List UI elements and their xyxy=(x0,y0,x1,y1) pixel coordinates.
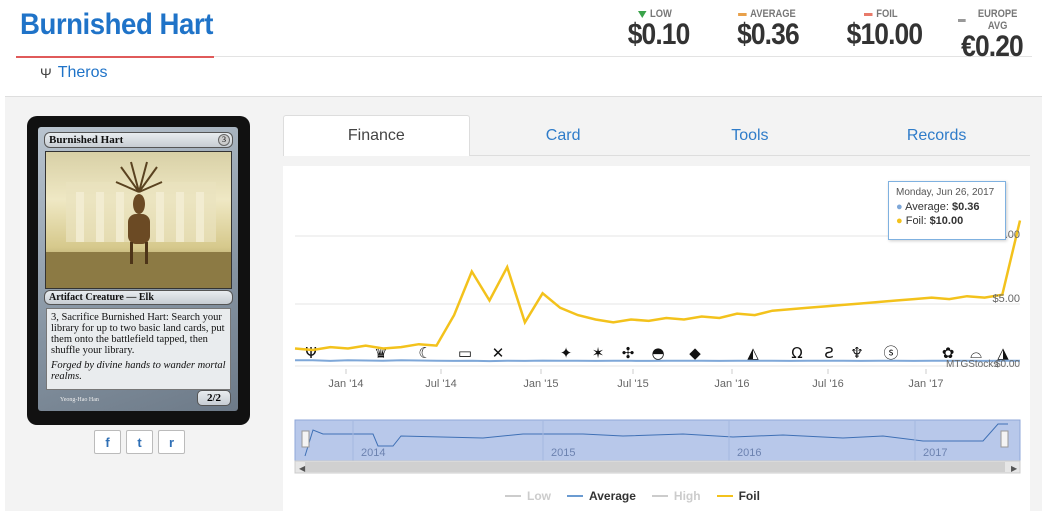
set-release-icon: ▭ xyxy=(458,344,472,362)
navigator-scrollbar-thumb xyxy=(305,462,1005,472)
x-tick-label: Jan '14 xyxy=(328,378,363,390)
tab-bar: Finance Card Tools Records xyxy=(283,115,1030,156)
card-flavor-text: Forged by divine hands to wander mortal … xyxy=(51,360,226,382)
card-name-bar: Burnished Hart xyxy=(44,132,233,148)
scroll-left-icon: ◀ xyxy=(299,464,306,473)
set-release-icon: ✕ xyxy=(492,344,505,362)
navigator-year-label: 2014 xyxy=(361,447,385,459)
tab-finance[interactable]: Finance xyxy=(283,115,470,156)
legend-high[interactable]: High xyxy=(651,489,701,503)
tooltip-average-value: $0.36 xyxy=(952,201,980,213)
set-row: Ψ Theros xyxy=(40,64,108,82)
price-low-value: $0.10 xyxy=(627,18,691,51)
set-release-icon: ♆ xyxy=(850,344,863,362)
set-release-icon: ☾ xyxy=(418,344,431,362)
navigator-right-handle xyxy=(1000,430,1009,448)
tab-tools[interactable]: Tools xyxy=(657,115,844,156)
facebook-icon: f xyxy=(105,434,110,450)
legend-average[interactable]: Average xyxy=(567,489,636,503)
card-rules-text: 3, Sacrifice Burnished Hart: Search your… xyxy=(51,312,225,356)
dash-icon xyxy=(738,12,747,16)
dash-icon xyxy=(864,12,873,16)
chart-tooltip: Monday, Jun 26, 2017 ● Average: $0.36 ● … xyxy=(888,181,1006,240)
tab-records[interactable]: Records xyxy=(843,115,1030,156)
mana-cost-icon: 3 xyxy=(218,134,230,146)
title-underline xyxy=(16,56,214,58)
chart-watermark: MTGStocks xyxy=(946,359,998,370)
y-tick-label: .00 xyxy=(1005,229,1020,241)
price-europe-avg: EUROPE AVG €0.20 xyxy=(952,8,1032,64)
tooltip-foil-value: $10.00 xyxy=(929,215,964,227)
dash-icon xyxy=(958,18,966,22)
set-release-icon: ◆ xyxy=(689,344,701,362)
triangle-down-icon xyxy=(638,10,647,18)
navigator-year-label: 2017 xyxy=(923,447,947,459)
price-europe-label: EUROPE AVG xyxy=(977,8,1018,32)
set-release-icon: Ƨ xyxy=(824,344,834,362)
scroll-right-icon: ▶ xyxy=(1011,464,1018,473)
price-foil: FOIL $10.00 xyxy=(842,8,923,52)
set-release-icon: ✣ xyxy=(622,344,635,362)
x-tick-label: Jul '16 xyxy=(812,378,843,390)
tooltip-average-label: Average: xyxy=(905,201,949,213)
price-low: LOW $0.10 xyxy=(624,8,691,52)
price-average: AVERAGE $0.36 xyxy=(733,8,801,52)
x-tick-label: Jan '17 xyxy=(908,378,943,390)
set-release-icon: ◭ xyxy=(747,344,759,362)
card-text-box: 3, Sacrifice Burnished Hart: Search your… xyxy=(46,308,231,390)
set-release-icon: ◓ xyxy=(651,344,664,362)
x-tick-label: Jan '16 xyxy=(714,378,749,390)
price-average-value: $0.36 xyxy=(737,18,800,51)
price-foil-value: $10.00 xyxy=(846,18,923,51)
card-artist: Yeong-Hao Han xyxy=(60,397,99,403)
average-series-line xyxy=(295,359,1020,363)
set-release-icon: ✦ xyxy=(560,344,573,362)
card-title: Burnished Hart xyxy=(20,8,213,41)
tooltip-date: Monday, Jun 26, 2017 xyxy=(896,187,995,198)
tab-card[interactable]: Card xyxy=(470,115,657,156)
card-type-line: Artifact Creature — Elk xyxy=(44,290,233,305)
facebook-share-button[interactable]: f xyxy=(94,430,121,454)
header-divider xyxy=(214,56,1032,57)
reddit-icon: r xyxy=(168,434,175,450)
twitter-icon: t xyxy=(137,434,142,450)
set-release-icon: Ω xyxy=(791,344,802,362)
y-tick-label: $5.00 xyxy=(992,293,1020,305)
legend-low[interactable]: Low xyxy=(505,489,551,503)
set-link[interactable]: Theros xyxy=(58,64,108,82)
x-tick-label: Jul '15 xyxy=(617,378,648,390)
y-tick-label: $0.00 xyxy=(995,359,1020,370)
navigator-left-handle xyxy=(301,430,310,448)
set-release-icon: ⓢ xyxy=(883,344,898,362)
card-artwork xyxy=(45,151,232,289)
reddit-share-button[interactable]: r xyxy=(158,430,185,454)
theros-set-icon: Ψ xyxy=(40,65,52,81)
tooltip-foil-label: Foil: xyxy=(905,215,927,227)
chart-legend: Low Average High Foil xyxy=(505,489,760,503)
set-release-icon: ✶ xyxy=(592,344,605,362)
x-tick-label: Jul '14 xyxy=(425,378,456,390)
navigator-year-label: 2016 xyxy=(737,447,761,459)
legend-foil[interactable]: Foil xyxy=(716,489,760,503)
x-tick-label: Jan '15 xyxy=(523,378,558,390)
twitter-share-button[interactable]: t xyxy=(126,430,153,454)
price-europe-value: €0.20 xyxy=(961,30,1024,63)
navigator-year-label: 2015 xyxy=(551,447,575,459)
navigator-selection xyxy=(294,419,1021,463)
header: Burnished Hart LOW $0.10 AVERAGE $0.36 F… xyxy=(0,0,1042,63)
card-power-toughness: 2/2 xyxy=(197,390,231,406)
share-buttons: f t r xyxy=(94,430,185,454)
